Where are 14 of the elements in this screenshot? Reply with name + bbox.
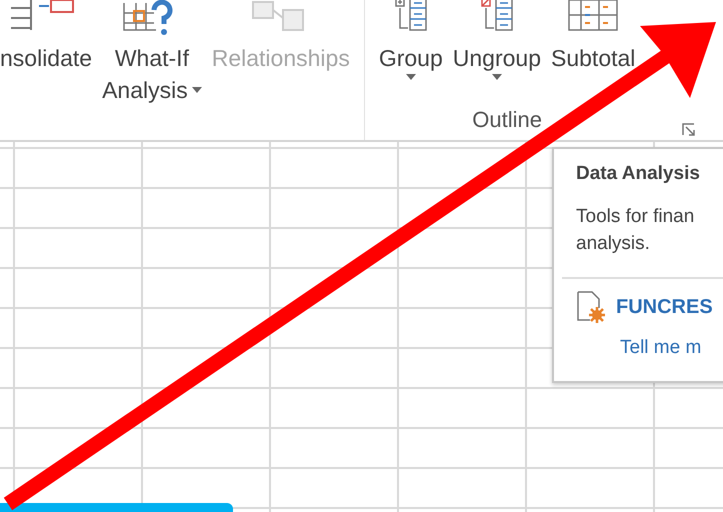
- ribbon-button[interactable]: Group: [378, 0, 443, 116]
- tooltip-description: Tools for finan analysis.: [576, 205, 696, 256]
- caret-icon: [192, 87, 202, 93]
- ribbon-button[interactable]: Subtotal: [551, 0, 636, 116]
- dialog-launcher-icon[interactable]: [682, 123, 696, 136]
- ribbon-button[interactable]: What-If Analysis: [102, 0, 202, 116]
- ribbon-button[interactable]: nsolidate: [0, 0, 92, 116]
- tooltip-title: Data Analysis: [576, 163, 701, 185]
- caret-icon: [492, 74, 502, 80]
- group-label: Outline: [472, 108, 542, 132]
- tell-me-more-link[interactable]: Tell me m: [620, 337, 723, 359]
- add-in-name: FUNCRES: [616, 296, 713, 318]
- add-in-icon: [576, 291, 606, 323]
- caret-icon: [406, 74, 416, 80]
